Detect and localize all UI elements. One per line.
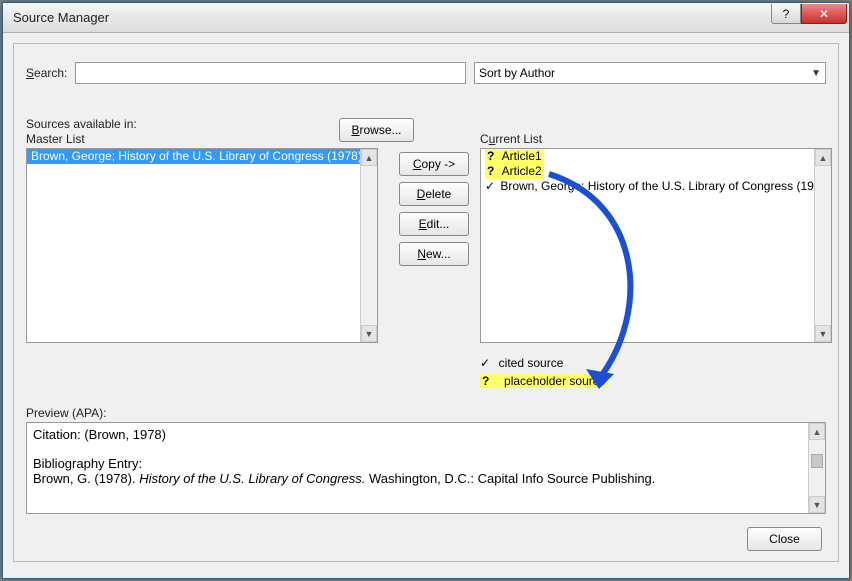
- dialog-body: SSearch:earch: Sort by Author ▼ Sources …: [13, 43, 839, 562]
- citation-value: (Brown, 1978): [84, 427, 166, 442]
- bibliography-label: Bibliography Entry:: [33, 456, 819, 471]
- preview-box: Citation: (Brown, 1978) Bibliography Ent…: [26, 422, 826, 514]
- list-item[interactable]: ? Article1: [481, 149, 831, 164]
- copy-button[interactable]: Copy ->: [399, 152, 469, 176]
- list-item[interactable]: ? Article2: [481, 164, 831, 179]
- sources-available-label: Sources available in:: [26, 117, 137, 131]
- scroll-down-icon[interactable]: ▼: [815, 325, 831, 342]
- scroll-down-icon[interactable]: ▼: [361, 325, 377, 342]
- scroll-thumb[interactable]: [811, 454, 823, 468]
- legend: ✓ cited source ? placeholder source: [480, 354, 607, 390]
- help-button[interactable]: ?: [771, 4, 801, 24]
- source-manager-dialog: Source Manager ? ✕ SSearch:earch: Sort b…: [2, 2, 850, 579]
- search-label: SSearch:earch:: [26, 66, 67, 80]
- window-title: Source Manager: [13, 10, 109, 25]
- current-list-label: Current List: [480, 132, 542, 146]
- legend-placeholder-label: placeholder source: [504, 374, 605, 388]
- search-input[interactable]: [75, 62, 466, 84]
- browse-button[interactable]: Browse...: [339, 118, 414, 142]
- scroll-up-icon[interactable]: ▲: [361, 149, 377, 166]
- list-item[interactable]: ✓ Brown, George; History of the U.S. Lib…: [481, 179, 831, 194]
- master-list-label: Master List: [26, 132, 85, 146]
- scroll-up-icon[interactable]: ▲: [815, 149, 831, 166]
- list-item[interactable]: Brown, George; History of the U.S. Libra…: [27, 149, 377, 164]
- legend-cited-label: cited source: [499, 356, 564, 370]
- scroll-up-icon[interactable]: ▲: [809, 423, 825, 440]
- window-close-button[interactable]: ✕: [801, 4, 847, 24]
- scrollbar[interactable]: ▲ ▼: [360, 149, 377, 342]
- close-button[interactable]: Close: [747, 527, 822, 551]
- titlebar: Source Manager ? ✕: [3, 3, 849, 33]
- bib-author: Brown, G. (1978).: [33, 471, 136, 486]
- delete-button[interactable]: Delete: [399, 182, 469, 206]
- check-icon: ✓: [480, 356, 492, 370]
- bib-title: History of the U.S. Library of Congress.: [139, 471, 365, 486]
- master-list[interactable]: Brown, George; History of the U.S. Libra…: [26, 148, 378, 343]
- scroll-down-icon[interactable]: ▼: [809, 496, 825, 513]
- sort-dropdown[interactable]: Sort by Author ▼: [474, 62, 826, 84]
- new-button[interactable]: New...: [399, 242, 469, 266]
- preview-label: Preview (APA):: [26, 406, 106, 420]
- citation-label: Citation:: [33, 427, 81, 442]
- sort-selected-value: Sort by Author: [479, 66, 555, 80]
- bib-publisher: Washington, D.C.: Capital Info Source Pu…: [369, 471, 655, 486]
- current-list[interactable]: ? Article1? Article2✓ Brown, George; His…: [480, 148, 832, 343]
- scrollbar[interactable]: ▲ ▼: [808, 423, 825, 513]
- chevron-down-icon: ▼: [811, 68, 821, 79]
- question-icon: ?: [482, 374, 494, 388]
- edit-button[interactable]: Edit...: [399, 212, 469, 236]
- scrollbar[interactable]: ▲ ▼: [814, 149, 831, 342]
